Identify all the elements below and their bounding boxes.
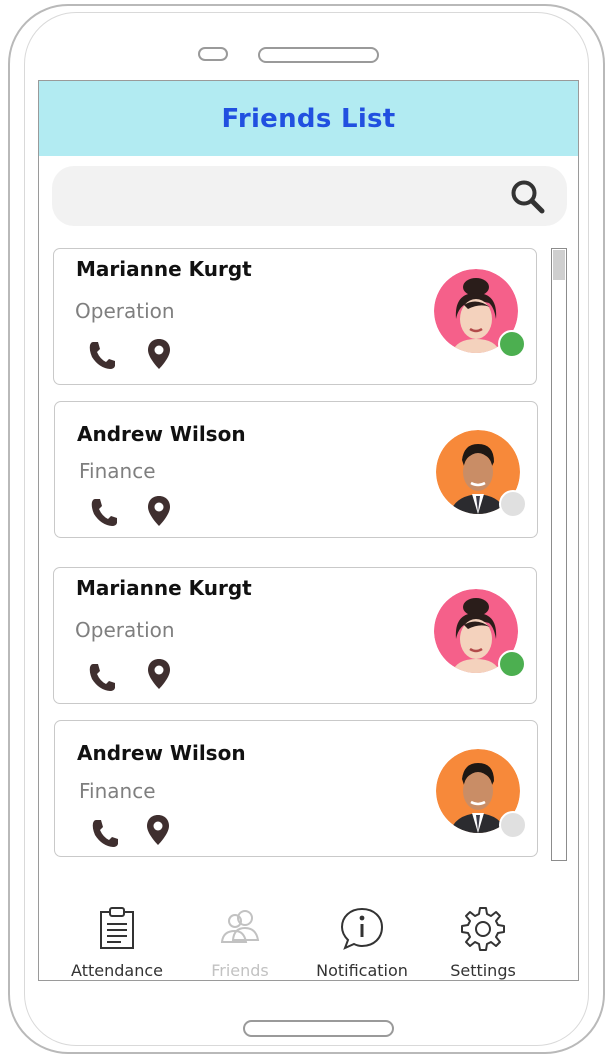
scrollbar-thumb[interactable] <box>553 250 565 280</box>
location-pin-icon[interactable] <box>146 337 176 371</box>
scrollbar[interactable] <box>551 248 567 861</box>
home-button[interactable] <box>243 1020 394 1037</box>
front-camera <box>198 47 228 61</box>
friend-name: Andrew Wilson <box>77 422 246 446</box>
phone-icon[interactable] <box>87 339 117 373</box>
tab-settings[interactable]: Settings <box>423 906 543 980</box>
friend-card[interactable]: Andrew Wilson Finance <box>54 720 538 857</box>
online-status-indicator <box>498 330 526 358</box>
friend-card[interactable]: Marianne Kurgt Operation <box>53 567 537 704</box>
page-title: Friends List <box>221 103 396 134</box>
app-screen: Friends List Marianne Kurgt Operation An… <box>38 80 579 981</box>
gear-icon <box>461 907 505 951</box>
search-icon[interactable] <box>509 178 547 216</box>
tab-notification[interactable]: Notification <box>302 906 422 980</box>
location-pin-icon[interactable] <box>146 494 176 528</box>
info-bubble-icon <box>340 907 384 950</box>
friend-department: Operation <box>75 299 175 323</box>
friend-department: Finance <box>79 779 156 803</box>
tab-attendance[interactable]: Attendance <box>57 906 177 980</box>
friend-department: Operation <box>75 618 175 642</box>
phone-icon[interactable] <box>87 661 117 695</box>
friend-card[interactable]: Marianne Kurgt Operation <box>53 248 537 385</box>
friend-card[interactable]: Andrew Wilson Finance <box>54 401 538 538</box>
tab-label: Notification <box>316 961 408 980</box>
friend-name: Marianne Kurgt <box>76 257 252 281</box>
search-input[interactable] <box>52 166 567 226</box>
friend-name: Marianne Kurgt <box>76 576 252 600</box>
tab-label: Friends <box>211 961 269 980</box>
tab-friends[interactable]: Friends <box>180 906 300 980</box>
friends-icon <box>220 910 260 943</box>
friend-name: Andrew Wilson <box>77 741 246 765</box>
tab-label: Settings <box>450 961 516 980</box>
tab-label: Attendance <box>71 961 163 980</box>
earpiece-speaker <box>258 47 379 63</box>
offline-status-indicator <box>499 811 527 839</box>
phone-icon[interactable] <box>90 817 120 851</box>
clipboard-icon <box>100 907 134 949</box>
phone-icon[interactable] <box>89 496 119 530</box>
offline-status-indicator <box>499 490 527 518</box>
bottom-tab-bar: Attendance Friends Notification Settings <box>39 896 578 980</box>
location-pin-icon[interactable] <box>145 813 175 847</box>
friend-department: Finance <box>79 459 156 483</box>
online-status-indicator <box>498 650 526 678</box>
app-header: Friends List <box>39 81 578 156</box>
location-pin-icon[interactable] <box>146 657 176 691</box>
